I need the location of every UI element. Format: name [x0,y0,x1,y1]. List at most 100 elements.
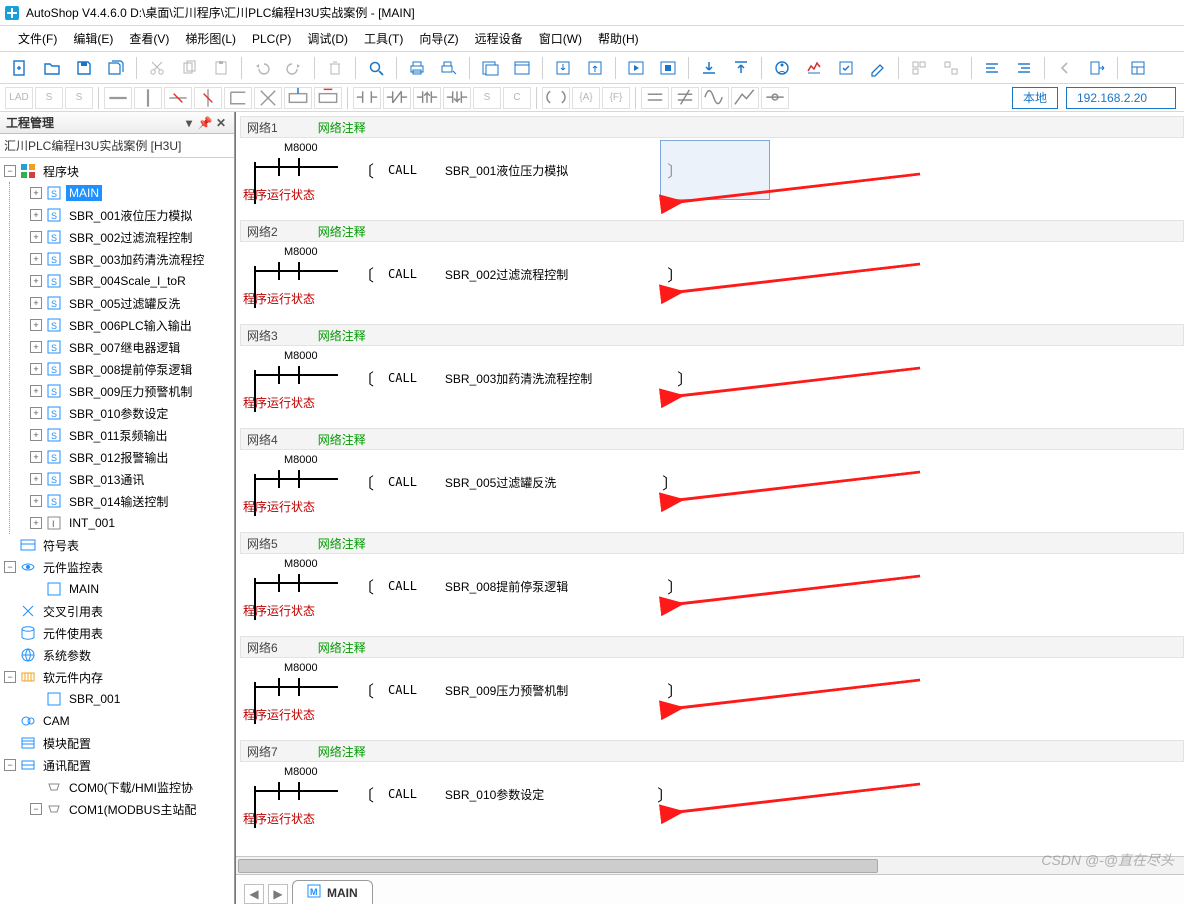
cut-icon[interactable] [143,55,171,81]
project-root[interactable]: 汇川PLC编程H3U实战案例 [H3U] [0,134,234,158]
undo-icon[interactable] [248,55,276,81]
func-a-icon[interactable]: {A} [572,87,600,109]
contact[interactable]: M8000 [254,458,338,476]
tree-sub-main[interactable]: +SMAIN [16,182,234,204]
tree-xref[interactable]: 交叉引用表 [2,600,234,622]
network-header[interactable]: 网络7网络注释 [240,740,1184,762]
tree-usage[interactable]: 元件使用表 [2,622,234,644]
network-body[interactable]: M8000程序运行状态〔CALLSBR_009压力预警机制〕 [240,658,1184,728]
exit-icon[interactable] [1083,55,1111,81]
expand-icon[interactable]: + [30,187,42,199]
tree-commcfg[interactable]: −通讯配置 [2,754,234,776]
delete-row-icon[interactable] [314,87,342,109]
expand-icon[interactable]: + [30,429,42,441]
network-body[interactable]: M8000程序运行状态〔CALLSBR_005过滤罐反洗〕 [240,450,1184,520]
hline-icon[interactable] [104,87,132,109]
expand-icon[interactable]: + [30,275,42,287]
tree-sub[interactable]: +SSBR_006PLC输入输出 [16,314,234,336]
step-s-icon[interactable]: S [473,87,501,109]
vline-icon[interactable] [134,87,162,109]
network-header[interactable]: 网络4网络注释 [240,428,1184,450]
expand-icon[interactable]: + [30,517,42,529]
inv-icon[interactable] [761,87,789,109]
menu-window[interactable]: 窗口(W) [531,28,590,49]
monitor-icon[interactable] [768,55,796,81]
connection-mode[interactable]: 本地 [1012,87,1058,109]
tree-sub[interactable]: +SSBR_008提前停泵逻辑 [16,358,234,380]
download-icon[interactable] [549,55,577,81]
new-file-icon[interactable] [6,55,34,81]
simulate-icon[interactable] [832,55,860,81]
func-f-icon[interactable]: {F} [602,87,630,109]
expand-icon[interactable]: + [30,297,42,309]
menu-view[interactable]: 查看(V) [121,28,177,49]
edit-icon[interactable] [864,55,892,81]
paste-icon[interactable] [207,55,235,81]
call-instruction[interactable]: 〔CALLSBR_002过滤流程控制〕 [358,262,683,286]
tree-softmem-child[interactable]: SBR_001 [2,688,234,710]
expand-icon[interactable]: + [30,363,42,375]
tree-cam[interactable]: CAM [2,710,234,732]
expand-icon[interactable]: + [30,495,42,507]
network-rung[interactable]: 网络1网络注释M8000程序运行状态〔CALLSBR_001液位压力模拟〕 [240,116,1184,208]
tree-softmem[interactable]: −软元件内存 [2,666,234,688]
tree-sub[interactable]: +SSBR_013通讯 [16,468,234,490]
print-preview-icon[interactable] [435,55,463,81]
tree-sub[interactable]: +SSBR_009压力预警机制 [16,380,234,402]
tree-com1[interactable]: −COM1(MODBUS主站配 [2,798,234,820]
scrollbar-thumb[interactable] [238,859,878,873]
expand-icon[interactable]: + [30,451,42,463]
search-icon[interactable] [362,55,390,81]
coil-icon[interactable] [542,87,570,109]
collapse-icon[interactable]: − [4,561,16,573]
tree-sub[interactable]: +SSBR_001液位压力模拟 [16,204,234,226]
contact-closed-icon[interactable] [383,87,411,109]
menu-debug[interactable]: 调试(D) [299,28,356,49]
menu-file[interactable]: 文件(F) [10,28,65,49]
del-all-icon[interactable] [254,87,282,109]
expand-icon[interactable]: + [30,385,42,397]
pin-icon[interactable]: ▾ [182,116,196,130]
call-instruction[interactable]: 〔CALLSBR_009压力预警机制〕 [358,678,683,702]
rising-edge-icon[interactable] [413,87,441,109]
falling-edge-icon[interactable] [443,87,471,109]
tab-prev-icon[interactable]: ◀ [244,884,264,904]
print-icon[interactable] [403,55,431,81]
expand-icon[interactable]: + [30,341,42,353]
contact[interactable]: M8000 [254,562,338,580]
expand-icon[interactable]: + [30,407,42,419]
call-instruction[interactable]: 〔CALLSBR_001液位压力模拟〕 [358,158,683,182]
trace-icon[interactable] [800,55,828,81]
tree-sub[interactable]: +SSBR_007继电器逻辑 [16,336,234,358]
tree-symbol-table[interactable]: 符号表 [2,534,234,556]
network-header[interactable]: 网络2网络注释 [240,220,1184,242]
tab-main[interactable]: M MAIN [292,880,373,904]
run-icon[interactable] [622,55,650,81]
menu-tools[interactable]: 工具(T) [356,28,411,49]
tree-sub[interactable]: +SSBR_014输送控制 [16,490,234,512]
menu-help[interactable]: 帮助(H) [590,28,647,49]
menu-plc[interactable]: PLC(P) [244,30,299,48]
network-rung[interactable]: 网络3网络注释M8000程序运行状态〔CALLSBR_003加药清洗流程控制〕 [240,324,1184,416]
graph-icon[interactable] [731,87,759,109]
upload-icon[interactable] [581,55,609,81]
expand-icon[interactable]: + [30,319,42,331]
call-instruction[interactable]: 〔CALLSBR_008提前停泵逻辑〕 [358,574,683,598]
layout-icon[interactable] [1124,55,1152,81]
contact[interactable]: M8000 [254,146,338,164]
network-header[interactable]: 网络6网络注释 [240,636,1184,658]
tree-sysparam[interactable]: 系统参数 [2,644,234,666]
tree-com0[interactable]: COM0(下载/HMI监控协 [2,776,234,798]
align1-icon[interactable] [978,55,1006,81]
network-body[interactable]: M8000程序运行状态〔CALLSBR_010参数设定〕 [240,762,1184,832]
copy-icon[interactable] [175,55,203,81]
contact[interactable]: M8000 [254,770,338,788]
project-tree[interactable]: − 程序块 +SMAIN +SSBR_001液位压力模拟 +SSBR_002过滤… [0,158,234,904]
contact[interactable]: M8000 [254,354,338,372]
tree-sub[interactable]: +SSBR_002过滤流程控制 [16,226,234,248]
tree-watch-child[interactable]: MAIN [2,578,234,600]
save-all-icon[interactable] [102,55,130,81]
tree-sub[interactable]: +SSBR_005过滤罐反洗 [16,292,234,314]
collapse-icon[interactable]: − [30,803,42,815]
vdel-icon[interactable] [194,87,222,109]
